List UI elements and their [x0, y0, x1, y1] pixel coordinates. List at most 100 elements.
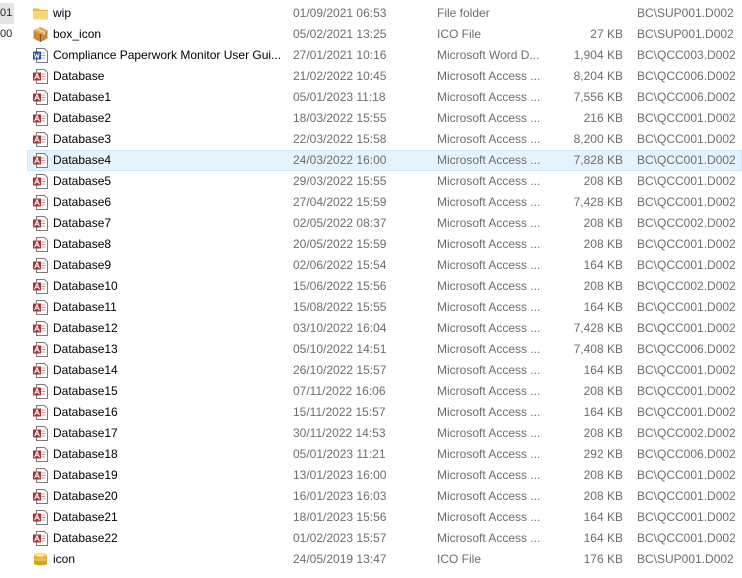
file-owner: BC\QCC001.D002	[637, 510, 736, 524]
file-owner: BC\QCC001.D002	[637, 531, 736, 545]
file-row[interactable]: Database8 20/05/2022 15:59 Microsoft Acces…	[27, 234, 742, 255]
file-name: Database8	[53, 237, 112, 251]
file-row[interactable]: Database12 03/10/2022 16:04 Microsoft Acce…	[27, 318, 742, 339]
file-list: wip 01/09/2021 06:53 File folder BC\SUP001.…	[27, 3, 742, 570]
file-row[interactable]: Database13 05/10/2022 14:51 Microsoft Acce…	[27, 339, 742, 360]
box-icon	[32, 26, 49, 43]
file-date-modified: 24/03/2022 16:00	[293, 153, 387, 167]
file-name: Database3	[53, 132, 112, 146]
file-date-modified: 30/11/2022 14:53	[293, 426, 386, 440]
access-db-icon	[32, 341, 49, 358]
file-size: 292 KB	[583, 447, 623, 461]
file-row[interactable]: Database4 24/03/2022 16:00 Microsoft Acces…	[27, 150, 742, 171]
file-name: Database	[53, 69, 105, 83]
file-type: Microsoft Access ...	[437, 510, 541, 524]
file-row[interactable]: Database16 15/11/2022 15:57 Microsoft Acce…	[27, 402, 742, 423]
file-type: Microsoft Access ...	[437, 447, 541, 461]
nav-pane-item[interactable]: 00	[0, 24, 14, 45]
file-date-modified: 01/09/2021 06:53	[293, 6, 387, 20]
access-db-icon	[32, 299, 49, 316]
file-owner: BC\QCC001.D002	[637, 300, 736, 314]
file-owner: BC\QCC001.D002	[637, 405, 736, 419]
file-name: Database12	[53, 321, 118, 335]
file-size: 27 KB	[590, 27, 623, 41]
file-row[interactable]: Database17 30/11/2022 14:53 Microsoft Acce…	[27, 423, 742, 444]
file-type: File folder	[437, 6, 490, 20]
navigation-pane-edge: 01 00	[0, 0, 14, 578]
access-db-icon	[32, 383, 49, 400]
file-date-modified: 02/05/2022 08:37	[293, 216, 387, 230]
file-name: Database22	[53, 531, 118, 545]
file-row[interactable]: Database9 02/06/2022 15:54 Microsoft Acces…	[27, 255, 742, 276]
file-owner: BC\QCC001.D002	[637, 195, 736, 209]
file-size: 176 KB	[583, 552, 623, 566]
file-size: 164 KB	[583, 405, 623, 419]
file-row[interactable]: Database10 15/06/2022 15:56 Microsoft Acce…	[27, 276, 742, 297]
file-type: Microsoft Access ...	[437, 174, 541, 188]
nav-pane-item[interactable]: 01	[0, 3, 14, 24]
file-date-modified: 24/05/2019 13:47	[293, 552, 387, 566]
file-size: 208 KB	[583, 174, 623, 188]
file-row[interactable]: Database14 26/10/2022 15:57 Microsoft Acce…	[27, 360, 742, 381]
file-row[interactable]: Database18 05/01/2023 11:21 Microsoft Acce…	[27, 444, 742, 465]
file-type: Microsoft Word D...	[437, 48, 540, 62]
file-row[interactable]: Database11 15/08/2022 15:55 Microsoft Acce…	[27, 297, 742, 318]
access-db-icon	[32, 236, 49, 253]
file-name: icon	[53, 552, 76, 566]
file-row[interactable]: wip 01/09/2021 06:53 File folder BC\SUP001.…	[27, 3, 742, 24]
file-date-modified: 18/03/2022 15:55	[293, 111, 387, 125]
file-type: Microsoft Access ...	[437, 300, 541, 314]
file-type: Microsoft Access ...	[437, 111, 541, 125]
file-row[interactable]: Database20 16/01/2023 16:03 Microsoft Acce…	[27, 486, 742, 507]
file-row[interactable]: Database5 29/03/2022 15:55 Microsoft Acces…	[27, 171, 742, 192]
file-date-modified: 26/10/2022 15:57	[293, 363, 387, 377]
access-db-icon	[32, 152, 49, 169]
file-row[interactable]: box_icon 05/02/2021 13:25 ICO File 27 KB BC\…	[27, 24, 742, 45]
file-size: 164 KB	[583, 510, 623, 524]
file-row[interactable]: Database7 02/05/2022 08:37 Microsoft Acces…	[27, 213, 742, 234]
file-owner: BC\QCC001.D002	[637, 111, 736, 125]
file-name: Database18	[53, 447, 118, 461]
file-owner: BC\QCC001.D002	[637, 174, 736, 188]
file-owner: BC\QCC001.D002	[637, 468, 736, 482]
file-type: ICO File	[437, 27, 482, 41]
file-row[interactable]: Database 21/02/2022 10:45 Microsoft Access…	[27, 66, 742, 87]
file-owner: BC\QCC006.D002	[637, 342, 736, 356]
file-row[interactable]: Database1 05/01/2023 11:18 Microsoft Acces…	[27, 87, 742, 108]
file-date-modified: 01/02/2023 15:57	[293, 531, 387, 545]
file-row[interactable]: Database22 01/02/2023 15:57 Microsoft Acce…	[27, 528, 742, 549]
file-size: 208 KB	[583, 216, 623, 230]
file-row[interactable]: Database3 22/03/2022 15:58 Microsoft Acces…	[27, 129, 742, 150]
file-name: Database7	[53, 216, 112, 230]
file-name: Database9	[53, 258, 112, 272]
file-owner: BC\QCC001.D002	[637, 132, 736, 146]
file-size: 7,428 KB	[573, 321, 623, 335]
file-name: Database11	[53, 300, 117, 314]
file-name: Database2	[53, 111, 112, 125]
file-owner: BC\QCC001.D002	[637, 237, 736, 251]
file-size: 208 KB	[583, 489, 623, 503]
file-row[interactable]: Database6 27/04/2022 15:59 Microsoft Acces…	[27, 192, 742, 213]
file-size: 7,408 KB	[573, 342, 623, 356]
file-name: Database13	[53, 342, 118, 356]
file-row[interactable]: Database19 13/01/2023 16:00 Microsoft Acce…	[27, 465, 742, 486]
file-row[interactable]: Database2 18/03/2022 15:55 Microsoft Acces…	[27, 108, 742, 129]
access-db-icon	[32, 173, 49, 190]
file-type: Microsoft Access ...	[437, 195, 541, 209]
file-date-modified: 13/01/2023 16:00	[293, 468, 387, 482]
file-row[interactable]: icon 24/05/2019 13:47 ICO File 176 KB BC\SUP…	[27, 549, 742, 570]
file-owner: BC\QCC006.D002	[637, 90, 736, 104]
file-size: 216 KB	[583, 111, 623, 125]
file-type: Microsoft Access ...	[437, 153, 541, 167]
file-size: 208 KB	[583, 468, 623, 482]
file-row[interactable]: Database21 18/01/2023 15:56 Microsoft Acce…	[27, 507, 742, 528]
file-name: Database14	[53, 363, 118, 377]
file-name: Database21	[53, 510, 118, 524]
file-row[interactable]: Compliance Paperwork Monitor User Gui...…	[27, 45, 742, 66]
file-row[interactable]: Database15 07/11/2022 16:06 Microsoft Acce…	[27, 381, 742, 402]
file-type: Microsoft Access ...	[437, 258, 541, 272]
access-db-icon	[32, 194, 49, 211]
file-owner: BC\QCC006.D002	[637, 69, 736, 83]
access-db-icon	[32, 68, 49, 85]
file-name: Database5	[53, 174, 112, 188]
